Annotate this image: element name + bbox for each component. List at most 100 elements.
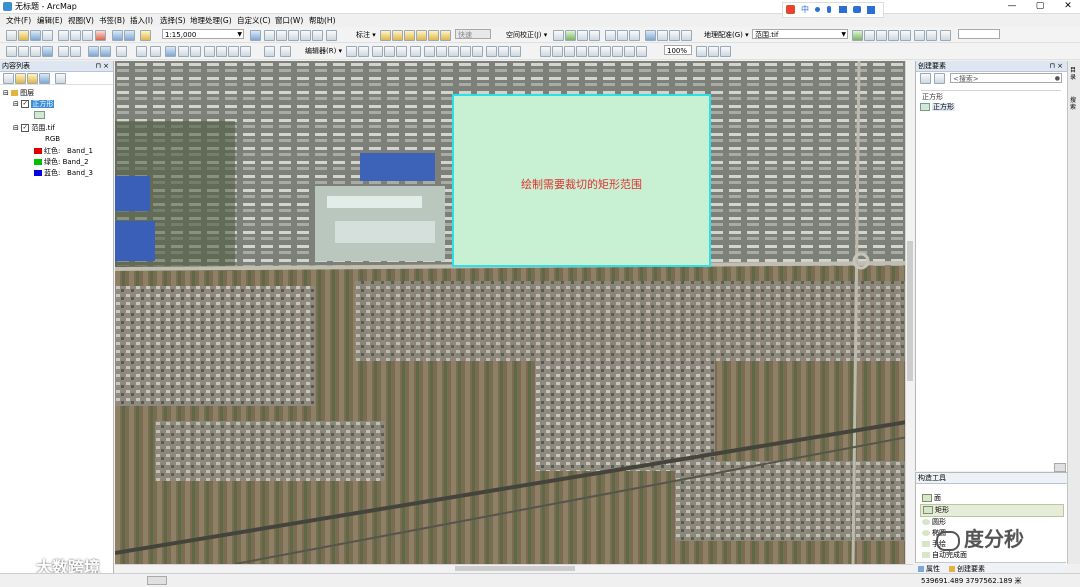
template-square[interactable]: 正方形 <box>920 102 955 112</box>
delete-icon[interactable] <box>95 30 106 41</box>
identify-icon[interactable] <box>165 46 176 57</box>
punctuation-icon[interactable] <box>815 7 820 12</box>
toc-root[interactable]: ⊟ 图层 <box>3 88 34 98</box>
print-icon[interactable] <box>42 30 53 41</box>
measure-icon[interactable] <box>204 46 215 57</box>
tool-polygon[interactable]: 面 <box>922 493 941 503</box>
flip-icon[interactable] <box>926 30 937 41</box>
python-icon[interactable] <box>312 30 323 41</box>
fast-combo[interactable]: 快速 <box>455 29 491 39</box>
spatial-adjustment-menu[interactable]: 空间校正(J) ▾ <box>506 30 547 40</box>
trace-icon[interactable] <box>396 46 407 57</box>
zoom-in-icon[interactable] <box>6 46 17 57</box>
minimize-button[interactable]: — <box>1000 0 1024 13</box>
point-icon[interactable] <box>410 46 421 57</box>
add-data-icon[interactable] <box>140 30 151 41</box>
label-placement-icon[interactable] <box>440 30 451 41</box>
paste-icon[interactable] <box>82 30 93 41</box>
layout-zoom-in-icon[interactable] <box>540 46 551 57</box>
layout-pan-icon[interactable] <box>564 46 575 57</box>
catalog-dock-tab[interactable]: 目录 <box>1070 67 1079 81</box>
select-elements-2-icon[interactable] <box>150 46 161 57</box>
layer-visibility-checkbox[interactable]: ✓ <box>21 100 30 108</box>
select-features-icon[interactable] <box>116 46 127 57</box>
clear-selection-icon[interactable] <box>136 46 147 57</box>
menu-customize[interactable]: 自定义(C) <box>237 15 271 26</box>
search-window-icon[interactable] <box>288 30 299 41</box>
map-view[interactable]: 绘制需要裁切的矩形范围 <box>115 61 913 564</box>
map-scale-combo[interactable]: 1:15,000 ▼ <box>162 29 244 39</box>
modify-link-icon[interactable] <box>577 30 588 41</box>
page-nav-icon[interactable] <box>147 576 167 585</box>
focus-data-frame-icon[interactable] <box>708 46 719 57</box>
zoom-whole-page-icon[interactable] <box>576 46 587 57</box>
microphone-icon[interactable] <box>827 6 831 13</box>
toc-layer-square[interactable]: ⊟ ✓ 正方形 <box>13 99 55 109</box>
pan-icon[interactable] <box>30 46 41 57</box>
identity-link-icon[interactable] <box>681 30 692 41</box>
create-features-icon[interactable] <box>510 46 521 57</box>
full-extent-icon[interactable] <box>42 46 53 57</box>
editor-menu[interactable]: 编辑器(R) ▾ <box>305 46 342 56</box>
label-lock-icon[interactable] <box>404 30 415 41</box>
multi-displacement-icon[interactable] <box>589 30 600 41</box>
model-builder-icon[interactable] <box>326 30 337 41</box>
forward-extent-icon[interactable] <box>100 46 111 57</box>
georef-input[interactable] <box>958 29 1000 39</box>
tool-rectangle[interactable]: 矩形 <box>920 504 1064 517</box>
select-elements-icon[interactable] <box>553 30 564 41</box>
change-layout-icon[interactable] <box>720 46 731 57</box>
maximize-button[interactable]: ▢ <box>1028 0 1052 13</box>
label-weight-icon[interactable] <box>392 30 403 41</box>
toc-square-symbol[interactable] <box>34 111 47 119</box>
menu-file[interactable]: 文件(F) <box>6 15 31 26</box>
toc-layer-square-label[interactable]: 正方形 <box>31 100 55 108</box>
list-by-source-icon[interactable] <box>15 73 26 84</box>
create-viewer-icon[interactable] <box>264 46 275 57</box>
georeferencing-menu[interactable]: 地理配准(G) ▾ <box>704 30 749 40</box>
cut-polygons-icon[interactable] <box>448 46 459 57</box>
toggle-draft-icon[interactable] <box>696 46 707 57</box>
collapse-icon[interactable]: ⊟ <box>13 100 19 108</box>
copy-icon[interactable] <box>70 30 81 41</box>
zoom-100-icon[interactable] <box>588 46 599 57</box>
edit-vertices-icon[interactable] <box>424 46 435 57</box>
save-icon[interactable] <box>30 30 41 41</box>
catalog-icon[interactable] <box>276 30 287 41</box>
find-route-icon[interactable] <box>190 46 201 57</box>
redo-icon[interactable] <box>124 30 135 41</box>
undo-icon[interactable] <box>112 30 123 41</box>
keyboard-icon[interactable] <box>839 6 847 13</box>
fixed-layout-zoom-in-icon[interactable] <box>600 46 611 57</box>
ime-mode-label[interactable]: 中 <box>801 4 809 15</box>
html-popup-icon[interactable] <box>228 46 239 57</box>
layer-visibility-checkbox[interactable]: ✓ <box>21 124 30 132</box>
next-extent-icon[interactable] <box>636 46 647 57</box>
menu-geoprocessing[interactable]: 地理处理(G) <box>190 15 232 26</box>
map-horizontal-scrollbar[interactable] <box>115 564 913 573</box>
scale-icon[interactable] <box>888 30 899 41</box>
list-by-selection-icon[interactable] <box>39 73 50 84</box>
search-dock-tab[interactable]: 搜索 <box>1070 97 1079 111</box>
open-icon[interactable] <box>18 30 29 41</box>
collapse-icon[interactable]: ⊟ <box>3 89 9 97</box>
add-control-points-icon[interactable] <box>852 30 863 41</box>
toolbox-grid-icon[interactable] <box>867 6 875 14</box>
endpoint-arc-icon[interactable] <box>384 46 395 57</box>
menu-bookmarks[interactable]: 书签(B) <box>99 15 125 26</box>
adjust-preview-icon[interactable] <box>617 30 628 41</box>
time-slider-icon[interactable] <box>240 46 251 57</box>
view-link-table-icon[interactable] <box>605 30 616 41</box>
toc-options-icon[interactable] <box>55 73 66 84</box>
list-by-drawing-order-icon[interactable] <box>3 73 14 84</box>
menu-view[interactable]: 视图(V) <box>68 15 94 26</box>
menu-edit[interactable]: 编辑(E) <box>37 15 63 26</box>
arctoolbox-icon[interactable] <box>300 30 311 41</box>
fixed-zoom-in-icon[interactable] <box>58 46 69 57</box>
straight-segment-icon[interactable] <box>372 46 383 57</box>
reshape-icon[interactable] <box>436 46 447 57</box>
organize-templates-icon[interactable] <box>920 73 931 84</box>
edit-annotation-icon[interactable] <box>358 46 369 57</box>
previous-extent-icon[interactable] <box>624 46 635 57</box>
toc-layer-raster[interactable]: ⊟ ✓ 范围.tif <box>13 123 55 133</box>
